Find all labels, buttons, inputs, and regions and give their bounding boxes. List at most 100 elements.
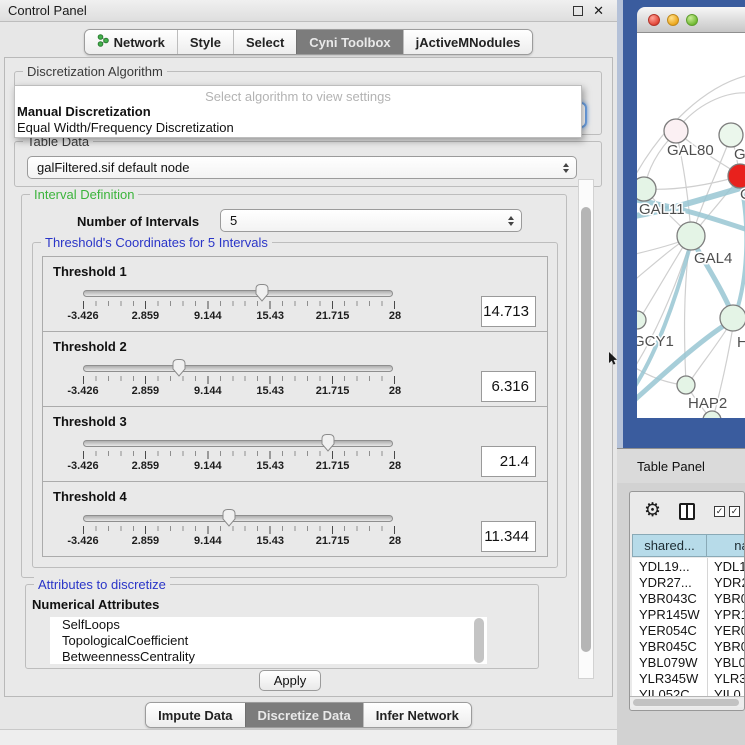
cell-shared-name[interactable]: YBL079W (632, 655, 707, 670)
threshold-value-field[interactable]: 21.4 (481, 446, 536, 477)
network-node[interactable] (637, 177, 656, 201)
network-node-label: C (740, 186, 745, 203)
network-node[interactable] (677, 222, 705, 250)
network-window-titlebar[interactable] (637, 7, 745, 33)
column-header-name[interactable]: na (707, 534, 745, 557)
discretization-algorithm-group-title: Discretization Algorithm (23, 64, 167, 79)
network-canvas[interactable]: GAL80GAGAL11CGAL4GCY1HHAP2 (637, 33, 745, 418)
cell-shared-name[interactable]: YDL19... (632, 559, 707, 574)
table-data-combobox[interactable]: galFiltered.sif default node (27, 156, 577, 179)
threshold-value-field[interactable]: 11.344 (481, 521, 536, 552)
table-row[interactable]: YBR045CYBR0 (632, 638, 745, 654)
table-row[interactable]: YLR345WYLR3 (632, 670, 745, 686)
number-of-intervals-spinner[interactable]: 5 (220, 209, 522, 232)
cell-shared-name[interactable]: YBR043C (632, 591, 707, 606)
tab-label: Cyni Toolbox (309, 35, 390, 50)
table-row[interactable]: YBL079WYBL0 (632, 654, 745, 670)
cell-name[interactable]: YIL0 (707, 686, 741, 696)
table-header-row: shared... na (632, 534, 745, 557)
algorithm-option[interactable]: Manual Discretization (15, 104, 581, 120)
network-node[interactable] (677, 376, 695, 394)
table-toolbar: ⚙ ✓ ✓ (630, 492, 745, 533)
cell-name[interactable]: YBR0 (707, 590, 745, 606)
table-panel-titlebar: Table Panel (617, 448, 745, 483)
close-icon[interactable]: ✕ (593, 3, 604, 19)
checkbox-icon[interactable]: ✓ (714, 506, 725, 517)
tab-jactivemnodules[interactable]: jActiveMNodules (403, 30, 533, 54)
float-window-icon[interactable] (573, 6, 583, 16)
table-row[interactable]: YDR27...YDR2 (632, 574, 745, 590)
slider-track[interactable] (83, 290, 393, 297)
minimize-traffic-light-icon[interactable] (667, 14, 679, 26)
table-panel: ⚙ ✓ ✓ shared... na YDL19...YDL1YDR27...Y… (617, 483, 745, 745)
tab-select[interactable]: Select (233, 30, 296, 54)
table-row[interactable]: YBR043CYBR0 (632, 590, 745, 606)
tab-discretize-data[interactable]: Discretize Data (245, 703, 363, 727)
close-traffic-light-icon[interactable] (648, 14, 660, 26)
gear-icon[interactable]: ⚙ (644, 500, 661, 522)
slider-thumb[interactable] (171, 358, 187, 378)
cell-shared-name[interactable]: YIL052C (632, 687, 707, 697)
tab-network[interactable]: Network (85, 30, 177, 54)
network-node[interactable] (664, 119, 688, 143)
slider-track[interactable] (83, 365, 393, 372)
attribute-item[interactable]: TopologicalCoefficient (50, 633, 487, 649)
tick-label: -3.426 (67, 310, 98, 322)
table-horizontal-scrollbar-thumb[interactable] (633, 699, 739, 706)
column-header-shared-name[interactable]: shared... (632, 534, 707, 557)
cell-name[interactable]: YBL0 (707, 654, 745, 670)
slider-track[interactable] (83, 440, 393, 447)
table-row[interactable]: YDL19...YDL1 (632, 558, 745, 574)
threshold-value-field[interactable]: 14.713 (481, 296, 536, 327)
cell-shared-name[interactable]: YDR27... (632, 575, 707, 590)
network-node[interactable] (637, 311, 646, 329)
cell-name[interactable]: YLR3 (707, 670, 745, 686)
columns-icon[interactable] (679, 503, 695, 520)
attribute-item[interactable]: SelfLoops (50, 617, 487, 633)
tick-label: 15.43 (256, 385, 284, 397)
tick-label: 2.859 (132, 460, 160, 472)
tab-label: Infer Network (376, 708, 459, 723)
numerical-attributes-list[interactable]: SelfLoopsTopologicalCoefficientBetweenne… (50, 617, 487, 664)
cell-shared-name[interactable]: YER054C (632, 623, 707, 638)
threshold-value-field[interactable]: 6.316 (481, 371, 536, 402)
slider-thumb[interactable] (254, 283, 270, 303)
tick-label: 9.144 (194, 535, 222, 547)
tab-style[interactable]: Style (177, 30, 233, 54)
attribute-item[interactable]: BetweennessCentrality (50, 649, 487, 664)
attributes-list-scrollbar[interactable] (474, 618, 484, 663)
cell-name[interactable]: YDL1 (707, 558, 745, 574)
network-node[interactable] (728, 164, 745, 188)
cell-name[interactable]: YER0 (707, 622, 745, 638)
slider-thumb[interactable] (221, 508, 237, 528)
status-strip (0, 730, 617, 745)
slider-thumb[interactable] (320, 433, 336, 453)
table-row[interactable]: YER054CYER0 (632, 622, 745, 638)
network-window: GAL80GAGAL11CGAL4GCY1HHAP2 (617, 0, 745, 448)
tick-label: 28 (389, 460, 401, 472)
network-node[interactable] (719, 123, 743, 147)
content-scrollbar[interactable] (578, 179, 594, 679)
content-scrollbar-thumb[interactable] (581, 207, 591, 652)
threshold-label: Threshold 2 (53, 339, 127, 354)
bottom-tab-segments: Impute DataDiscretize Data Infer Network (145, 702, 472, 728)
table-row[interactable]: YIL052CYIL0 (632, 686, 745, 696)
table-horizontal-scrollbar[interactable] (630, 696, 745, 707)
cell-name[interactable]: YDR2 (707, 574, 745, 590)
tab-cyni-toolbox[interactable]: Cyni Toolbox (296, 30, 402, 54)
tab-infer-network[interactable]: Infer Network (363, 703, 471, 727)
cell-shared-name[interactable]: YBR045C (632, 639, 707, 654)
table-row[interactable]: YPR145WYPR1 (632, 606, 745, 622)
algorithm-option[interactable]: Equal Width/Frequency Discretization (15, 120, 581, 136)
cell-shared-name[interactable]: YPR145W (632, 607, 707, 622)
cell-name[interactable]: YBR0 (707, 638, 745, 654)
slider-track[interactable] (83, 515, 393, 522)
checkbox-icon[interactable]: ✓ (729, 506, 740, 517)
network-node[interactable] (720, 305, 745, 331)
cell-shared-name[interactable]: YLR345W (632, 671, 707, 686)
zoom-traffic-light-icon[interactable] (686, 14, 698, 26)
node-table: ⚙ ✓ ✓ shared... na YDL19...YDL1YDR27...Y… (629, 491, 745, 711)
cell-name[interactable]: YPR1 (707, 606, 745, 622)
tab-impute-data[interactable]: Impute Data (146, 703, 244, 727)
apply-button[interactable]: Apply (259, 670, 321, 691)
